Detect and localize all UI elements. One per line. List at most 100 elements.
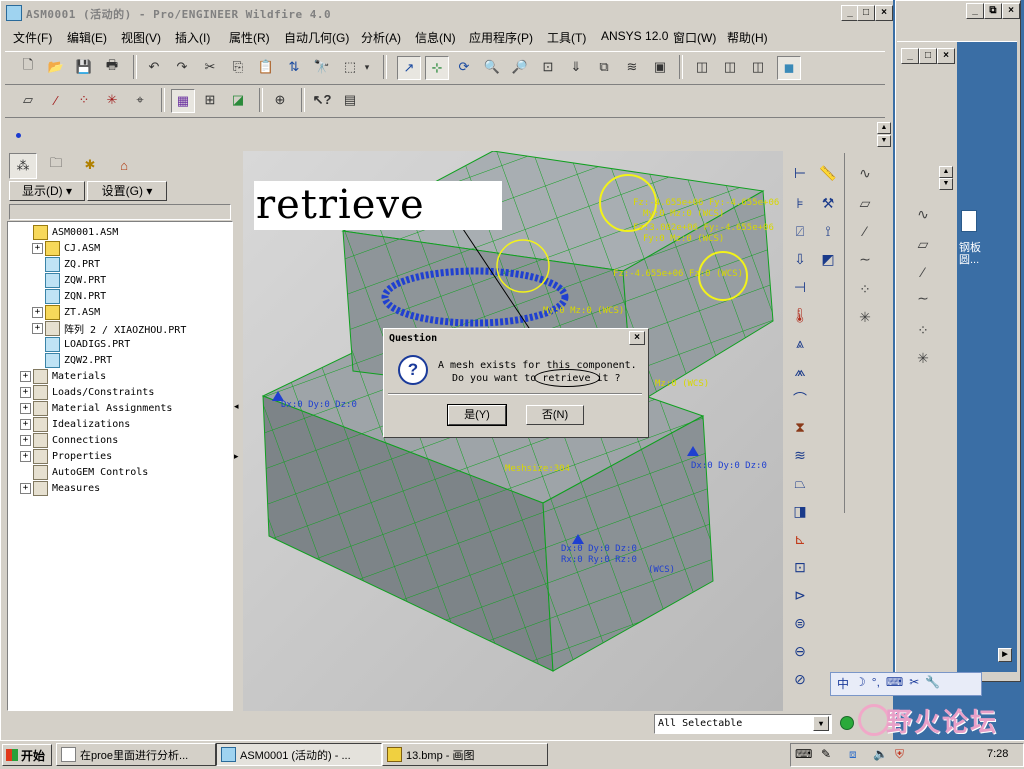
open-file-icon[interactable]: 📂: [45, 56, 67, 78]
yes-button[interactable]: 是(Y): [447, 404, 507, 426]
annotation-icon[interactable]: ⌖: [129, 89, 151, 111]
pen-icon[interactable]: ✎: [821, 747, 831, 761]
select-box-icon[interactable]: ⬚: [339, 56, 361, 78]
redo-icon[interactable]: ↷: [171, 56, 193, 78]
find-icon[interactable]: 🔭: [311, 56, 333, 78]
collapse-arrow-icon[interactable]: ◂: [234, 401, 239, 412]
surface-load-icon[interactable]: ⍁: [788, 219, 812, 243]
reorient-icon[interactable]: ⇓: [565, 56, 587, 78]
datum-csys-icon[interactable]: ✳: [101, 89, 123, 111]
start-button[interactable]: 开始: [2, 744, 52, 766]
task-proe[interactable]: ASM0001 (活动的) - ...: [216, 743, 382, 766]
model-tree-icon[interactable]: ⊞: [199, 89, 221, 111]
tree-item[interactable]: ZQ.PRT: [20, 256, 100, 272]
scroll-up-icon[interactable]: ▲: [877, 122, 891, 134]
plane-icon[interactable]: ▱: [853, 191, 877, 215]
refit-icon[interactable]: ⊡: [537, 56, 559, 78]
expand-icon[interactable]: +: [20, 450, 31, 462]
rigid-link-icon[interactable]: ⊾: [788, 527, 812, 551]
ime-item[interactable]: 中: [837, 675, 849, 692]
spring-icon[interactable]: ⊧: [788, 191, 812, 215]
menu-item[interactable]: 属性(R): [229, 29, 270, 46]
ime-item[interactable]: ⌨: [886, 675, 903, 692]
expand-icon[interactable]: +: [32, 242, 43, 254]
results-icon[interactable]: ◪: [227, 89, 249, 111]
datum-plane-icon[interactable]: ▱: [17, 89, 39, 111]
weight-icon[interactable]: ⏢: [788, 471, 812, 495]
contact-icon[interactable]: ⊳: [788, 583, 812, 607]
message-scrollbar[interactable]: ▲ ▼: [877, 122, 891, 148]
saved-views-icon[interactable]: ⧉: [593, 56, 615, 78]
shell-icon[interactable]: ⌒: [788, 387, 812, 411]
tab-favorites[interactable]: ✱: [77, 153, 103, 177]
weld-icon[interactable]: ⧗: [788, 415, 812, 439]
menu-item[interactable]: 编辑(E): [67, 29, 107, 46]
interface-icon[interactable]: ⊜: [788, 611, 812, 635]
settings-dropdown[interactable]: 设置(G) ▾: [87, 181, 167, 201]
expand-icon[interactable]: +: [20, 386, 31, 398]
cut-icon[interactable]: ✂: [199, 56, 221, 78]
constraint-icon[interactable]: ⊣: [788, 275, 812, 299]
bg-curve-icon[interactable]: ∼: [911, 286, 935, 310]
ime-item[interactable]: ✂: [909, 675, 919, 692]
expand-icon[interactable]: +: [32, 306, 43, 318]
autogem-icon[interactable]: ⊖: [788, 639, 812, 663]
tree-item[interactable]: ASM0001.ASM: [20, 224, 118, 240]
tree-item[interactable]: + Properties: [20, 448, 112, 464]
print-icon[interactable]: 🖶: [101, 56, 123, 78]
point-icon[interactable]: ⁘: [853, 277, 877, 301]
mesh-display-icon[interactable]: ▦: [171, 89, 195, 113]
spring-coil-icon[interactable]: ≋: [788, 443, 812, 467]
menu-item[interactable]: 文件(F): [13, 29, 52, 46]
security-icon[interactable]: ⛨: [895, 747, 904, 762]
expand-arrow-icon[interactable]: ▸: [234, 451, 239, 462]
bg-inner-minimize-button[interactable]: _: [901, 48, 919, 64]
tree-item[interactable]: + CJ.ASM: [20, 240, 100, 256]
dropdown-arrow-icon[interactable]: ▾: [361, 56, 373, 78]
assembly-tool-icon[interactable]: ⊕: [269, 89, 291, 111]
new-file-icon[interactable]: 🗋: [17, 56, 39, 78]
orient-mode-icon[interactable]: ⟳: [453, 56, 475, 78]
tab-model-tree[interactable]: ⁂: [9, 153, 37, 179]
expand-icon[interactable]: +: [20, 402, 31, 414]
bg-inner-maximize-button[interactable]: □: [919, 48, 937, 64]
task-paint[interactable]: 13.bmp - 画图: [382, 743, 548, 766]
show-dropdown[interactable]: 显示(D) ▾: [9, 181, 85, 201]
hidden-line-icon[interactable]: ◫: [719, 56, 741, 78]
tree-item[interactable]: + Idealizations: [20, 416, 130, 432]
bg-sketch-icon[interactable]: ∿: [911, 202, 935, 226]
expand-icon[interactable]: +: [20, 418, 31, 430]
paste-icon[interactable]: 📋: [255, 56, 277, 78]
tree-item[interactable]: ZQW.PRT: [20, 272, 106, 288]
bg-close-button[interactable]: ×: [1002, 3, 1020, 19]
menu-item[interactable]: 视图(V): [121, 29, 161, 46]
view-manager-icon[interactable]: ▣: [649, 56, 671, 78]
bg-scroll-up-icon[interactable]: ▲: [939, 166, 953, 178]
bg-point-icon[interactable]: ⁘: [911, 318, 935, 342]
repaint-icon[interactable]: ↗: [397, 56, 421, 80]
expand-icon[interactable]: +: [20, 434, 31, 446]
bg-restore-button[interactable]: ⧉: [984, 3, 1002, 19]
tab-folder-browser[interactable]: 🗀: [43, 153, 69, 177]
fastener-icon[interactable]: ⊡: [788, 555, 812, 579]
analysis-icon[interactable]: ⊘: [788, 667, 812, 691]
bg-minimize-button[interactable]: _: [966, 3, 984, 19]
close-button[interactable]: ×: [875, 5, 893, 21]
keyboard-icon[interactable]: ⌨: [795, 747, 812, 761]
bearing-load-icon[interactable]: ⟟: [816, 219, 840, 243]
bg-inner-close-button[interactable]: ×: [937, 48, 955, 64]
axis-icon[interactable]: ⁄: [853, 219, 877, 243]
datum-axis-icon[interactable]: ⁄: [45, 89, 67, 111]
mass-icon[interactable]: ⚒: [816, 191, 840, 215]
curve-icon[interactable]: ∼: [853, 247, 877, 271]
menu-item[interactable]: 工具(T): [547, 29, 586, 46]
task-browser[interactable]: 在proe里面进行分析...: [56, 743, 216, 766]
info-window-icon[interactable]: ▤: [339, 89, 361, 111]
expand-icon[interactable]: +: [20, 482, 31, 494]
ruler-icon[interactable]: 📏: [816, 161, 840, 185]
save-icon[interactable]: 💾: [73, 56, 95, 78]
force-icon[interactable]: ⇩: [788, 247, 812, 271]
menu-item[interactable]: 分析(A): [361, 29, 401, 46]
tree-item[interactable]: + ZT.ASM: [20, 304, 100, 320]
regenerate-icon[interactable]: ⇅: [283, 56, 305, 78]
